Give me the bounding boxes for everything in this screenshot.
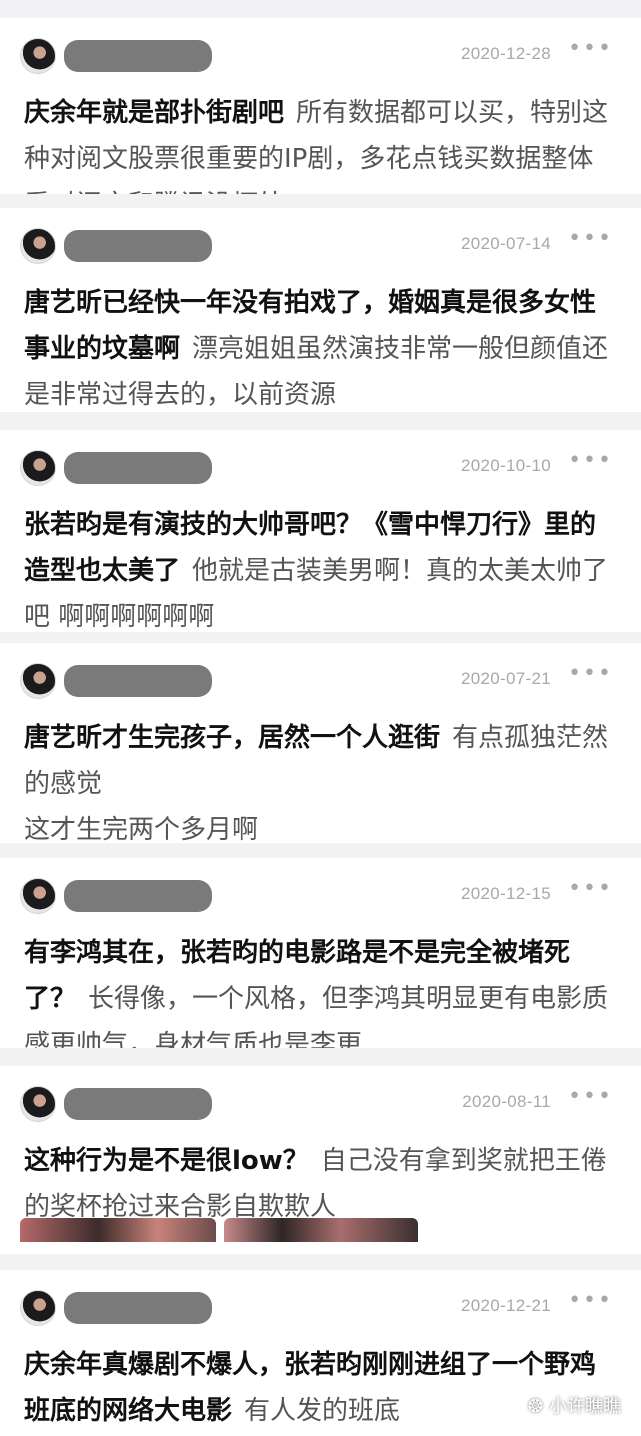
- post-content[interactable]: 唐艺昕才生完孩子，居然一个人逛街 有点孤独茫然的感觉 这才生完两个多月啊: [24, 715, 615, 843]
- watermark-text: 小许瞧瞧: [549, 1396, 621, 1417]
- post-card[interactable]: 2020-08-11 ••• 这种行为是不是很low？ 自己没有拿到奖就把王倦的奖…: [0, 1066, 641, 1254]
- more-dots-icon[interactable]: •••: [568, 661, 613, 686]
- avatar[interactable]: [20, 38, 56, 74]
- redacted-username: [64, 230, 212, 262]
- post-body: 长得像，一个风格，但李鸿其明显更有电影质感更帅气，身材气质也是李更: [24, 984, 609, 1048]
- avatar[interactable]: [20, 1290, 56, 1326]
- more-dots-icon[interactable]: •••: [568, 1288, 613, 1313]
- post-date: 2020-08-11: [462, 1092, 551, 1111]
- post-date: 2020-07-21: [461, 669, 551, 688]
- more-dots-icon[interactable]: •••: [568, 448, 613, 473]
- post-card[interactable]: 2020-07-14 ••• 唐艺昕已经快一年没有拍戏了，婚姻真是很多女性事业的…: [0, 208, 641, 412]
- post-date: 2020-12-28: [461, 44, 551, 63]
- post-body: 有人发的班底: [244, 1396, 401, 1426]
- avatar[interactable]: [20, 450, 56, 486]
- post-content[interactable]: 有李鸿其在，张若昀的电影路是不是完全被堵死了？ 长得像，一个风格，但李鸿其明显更有…: [24, 930, 615, 1048]
- post-date: 2020-07-14: [461, 234, 551, 253]
- avatar[interactable]: [20, 878, 56, 914]
- wechat-icon: ❂: [527, 1396, 543, 1417]
- redacted-username: [64, 40, 212, 72]
- post-card[interactable]: 2020-07-21 ••• 唐艺昕才生完孩子，居然一个人逛街 有点孤独茫然的感觉…: [0, 643, 641, 843]
- post-content[interactable]: 唐艺昕已经快一年没有拍戏了，婚姻真是很多女性事业的坟墓啊 漂亮姐姐虽然演技非常一般…: [24, 280, 615, 412]
- post-content[interactable]: 张若昀是有演技的大帅哥吧？《雪中悍刀行》里的造型也太美了 他就是古装美男啊！真的太…: [24, 502, 615, 632]
- redacted-username: [64, 1292, 212, 1324]
- redacted-username: [64, 880, 212, 912]
- post-date: 2020-10-10: [461, 456, 551, 475]
- post-title: 这种行为是不是很low？: [24, 1146, 309, 1176]
- redacted-username: [64, 665, 212, 697]
- post-content[interactable]: 庆余年就是部扑街剧吧 所有数据都可以买，特别这种对阅文股票很重要的IP剧，多花点钱…: [24, 90, 615, 194]
- thumbnail-image[interactable]: [20, 1218, 216, 1242]
- post-content[interactable]: 这种行为是不是很low？ 自己没有拿到奖就把王倦的奖杯抢过来合影自欺欺人: [24, 1138, 615, 1230]
- more-dots-icon[interactable]: •••: [568, 1084, 613, 1109]
- post-date: 2020-12-15: [461, 884, 551, 903]
- more-dots-icon[interactable]: •••: [568, 36, 613, 61]
- post-date: 2020-12-21: [461, 1296, 551, 1315]
- redacted-username: [64, 452, 212, 484]
- post-content[interactable]: 庆余年真爆剧不爆人，张若昀刚刚进组了一个野鸡班底的网络大电影 有人发的班底: [24, 1342, 615, 1434]
- thumbnail-image[interactable]: [224, 1218, 418, 1242]
- post-card[interactable]: 2020-12-28 ••• 庆余年就是部扑街剧吧 所有数据都可以买，特别这种对阅…: [0, 18, 641, 194]
- redacted-username: [64, 1088, 212, 1120]
- post-title: 唐艺昕才生完孩子，居然一个人逛街: [24, 723, 441, 753]
- post-card[interactable]: 2020-10-10 ••• 张若昀是有演技的大帅哥吧？《雪中悍刀行》里的造型也…: [0, 430, 641, 632]
- post-title: 庆余年就是部扑街剧吧: [24, 98, 285, 128]
- post-card[interactable]: 2020-12-15 ••• 有李鸿其在，张若昀的电影路是不是完全被堵死了？ 长得…: [0, 858, 641, 1048]
- more-dots-icon[interactable]: •••: [568, 226, 613, 251]
- avatar[interactable]: [20, 228, 56, 264]
- more-dots-icon[interactable]: •••: [568, 876, 613, 901]
- avatar[interactable]: [20, 1086, 56, 1122]
- post-body-line: 这才生完两个多月啊: [24, 815, 259, 843]
- avatar[interactable]: [20, 663, 56, 699]
- watermark: ❂ 小许瞧瞧: [528, 1392, 621, 1418]
